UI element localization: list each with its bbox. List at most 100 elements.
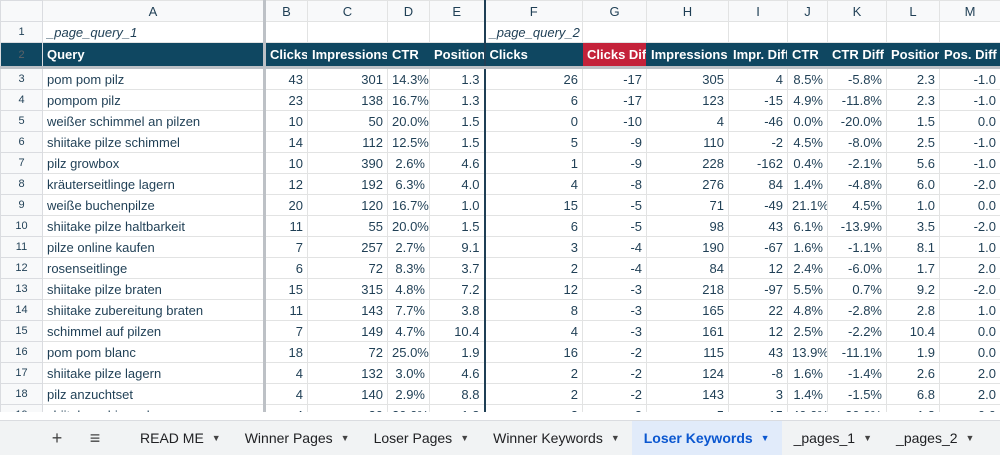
value-cell[interactable]: -2.0: [940, 216, 1000, 237]
value-cell[interactable]: 228: [647, 153, 729, 174]
column-header-f[interactable]: F: [485, 1, 583, 22]
value-cell[interactable]: -2.2%: [828, 321, 887, 342]
value-cell[interactable]: 7: [265, 321, 308, 342]
value-cell[interactable]: 124: [647, 363, 729, 384]
column-header-e[interactable]: E: [430, 1, 485, 22]
value-cell[interactable]: 1.3: [430, 90, 485, 111]
value-cell[interactable]: -5: [583, 216, 647, 237]
all-sheets-menu-icon[interactable]: ≡: [76, 428, 114, 449]
value-cell[interactable]: -2.8%: [828, 300, 887, 321]
chevron-down-icon[interactable]: ▼: [863, 433, 872, 443]
value-cell[interactable]: -8: [729, 363, 788, 384]
value-cell[interactable]: 7: [265, 237, 308, 258]
value-cell[interactable]: 143: [647, 384, 729, 405]
value-cell[interactable]: 2.5: [887, 132, 940, 153]
value-cell[interactable]: 3: [485, 237, 583, 258]
value-cell[interactable]: -3: [583, 321, 647, 342]
value-cell[interactable]: 0.0: [940, 195, 1000, 216]
value-cell[interactable]: 2: [485, 384, 583, 405]
value-cell[interactable]: 3.5: [887, 216, 940, 237]
header-cell-highlighted[interactable]: Clicks Diff: [583, 43, 647, 68]
column-header-m[interactable]: M: [940, 1, 1000, 22]
value-cell[interactable]: 16: [485, 342, 583, 363]
value-cell[interactable]: 4: [265, 363, 308, 384]
value-cell[interactable]: -1.0: [940, 68, 1000, 90]
value-cell[interactable]: 6.0: [887, 174, 940, 195]
value-cell[interactable]: -2: [583, 342, 647, 363]
value-cell[interactable]: 10: [265, 153, 308, 174]
sheet-tab[interactable]: READ ME▼: [128, 421, 233, 455]
row-number[interactable]: 13: [1, 279, 43, 300]
value-cell[interactable]: 2: [485, 258, 583, 279]
value-cell[interactable]: 7.2: [430, 279, 485, 300]
query-cell[interactable]: rosenseitlinge: [43, 258, 265, 279]
value-cell[interactable]: 55: [308, 216, 388, 237]
query-cell[interactable]: shiitake pilze schimmel: [43, 132, 265, 153]
value-cell[interactable]: 25.0%: [388, 342, 430, 363]
value-cell[interactable]: 71: [647, 195, 729, 216]
value-cell[interactable]: 1.9: [887, 342, 940, 363]
value-cell[interactable]: 4: [485, 174, 583, 195]
cell[interactable]: [788, 22, 828, 43]
value-cell[interactable]: 4.9%: [788, 90, 828, 111]
value-cell[interactable]: -8.0%: [828, 132, 887, 153]
value-cell[interactable]: -1.5%: [828, 384, 887, 405]
row-number[interactable]: 3: [1, 68, 43, 90]
chevron-down-icon[interactable]: ▼: [611, 433, 620, 443]
value-cell[interactable]: -2.1%: [828, 153, 887, 174]
value-cell[interactable]: 143: [308, 300, 388, 321]
header-cell[interactable]: Impressions: [647, 43, 729, 68]
value-cell[interactable]: 8.3%: [388, 258, 430, 279]
header-cell[interactable]: Query: [43, 43, 265, 68]
value-cell[interactable]: 123: [647, 90, 729, 111]
value-cell[interactable]: 6: [265, 258, 308, 279]
value-cell[interactable]: 4: [647, 111, 729, 132]
value-cell[interactable]: 4.6: [430, 153, 485, 174]
value-cell[interactable]: 4.5%: [788, 132, 828, 153]
value-cell[interactable]: 26: [485, 68, 583, 90]
cell[interactable]: [265, 22, 308, 43]
value-cell[interactable]: 6: [485, 90, 583, 111]
value-cell[interactable]: 257: [308, 237, 388, 258]
value-cell[interactable]: -162: [729, 153, 788, 174]
value-cell[interactable]: 4: [485, 321, 583, 342]
value-cell[interactable]: 4.6: [430, 363, 485, 384]
value-cell[interactable]: 4.7%: [388, 321, 430, 342]
value-cell[interactable]: 192: [308, 174, 388, 195]
value-cell[interactable]: 0.0%: [788, 111, 828, 132]
value-cell[interactable]: 4.8%: [788, 300, 828, 321]
value-cell[interactable]: 138: [308, 90, 388, 111]
header-cell[interactable]: Clicks: [265, 43, 308, 68]
value-cell[interactable]: 2.3: [887, 90, 940, 111]
sheet-tab[interactable]: _pages_2▼: [884, 421, 986, 455]
value-cell[interactable]: 15: [485, 195, 583, 216]
value-cell[interactable]: 8.8: [430, 384, 485, 405]
header-cell[interactable]: Impressions: [308, 43, 388, 68]
value-cell[interactable]: -15: [729, 405, 788, 413]
query-cell[interactable]: shiitake pilze lagern: [43, 363, 265, 384]
value-cell[interactable]: 110: [647, 132, 729, 153]
sheet-tab[interactable]: _pages_1▼: [782, 421, 884, 455]
value-cell[interactable]: 21.1%: [788, 195, 828, 216]
value-cell[interactable]: 12.5%: [388, 132, 430, 153]
value-cell[interactable]: 12: [729, 321, 788, 342]
value-cell[interactable]: 72: [308, 258, 388, 279]
value-cell[interactable]: 11: [265, 216, 308, 237]
value-cell[interactable]: 7.7%: [388, 300, 430, 321]
value-cell[interactable]: 2.3: [887, 68, 940, 90]
value-cell[interactable]: 0.4%: [788, 153, 828, 174]
value-cell[interactable]: -2.0: [940, 174, 1000, 195]
value-cell[interactable]: 390: [308, 153, 388, 174]
query-cell[interactable]: shiitake pilze braten: [43, 279, 265, 300]
header-cell[interactable]: Clicks: [485, 43, 583, 68]
value-cell[interactable]: 40.0%: [788, 405, 828, 413]
query-cell[interactable]: shiitake schimmel: [43, 405, 265, 413]
value-cell[interactable]: 5: [485, 132, 583, 153]
value-cell[interactable]: 2.0: [940, 384, 1000, 405]
value-cell[interactable]: 8.5%: [788, 68, 828, 90]
cell[interactable]: [828, 22, 887, 43]
header-cell[interactable]: Position: [430, 43, 485, 68]
value-cell[interactable]: 9.1: [430, 237, 485, 258]
value-cell[interactable]: 2.6%: [388, 153, 430, 174]
value-cell[interactable]: 149: [308, 321, 388, 342]
